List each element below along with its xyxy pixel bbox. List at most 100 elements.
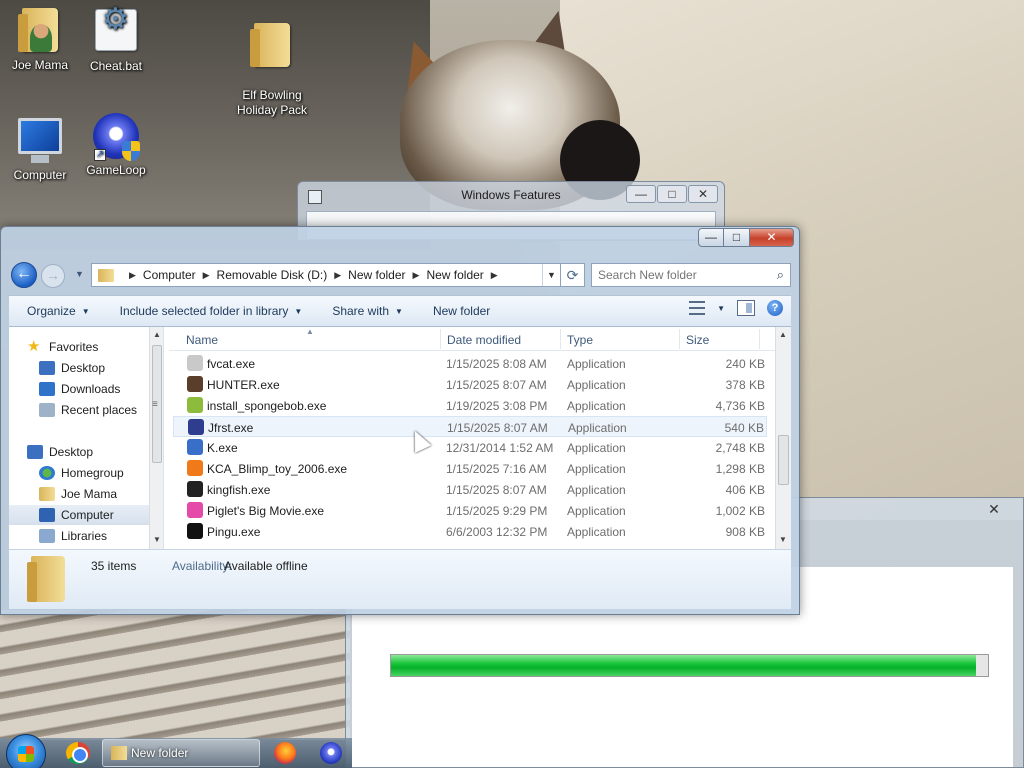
search-input[interactable] [598,265,768,285]
nav-desktop[interactable]: Desktop [27,442,163,462]
address-dropdown[interactable]: ▼ [542,264,560,286]
breadcrumb-separator[interactable]: ▶ [491,270,498,281]
forward-button[interactable]: → [41,264,65,288]
minimize-button[interactable]: — [698,228,724,247]
file-row[interactable]: K.exe 12/31/2014 1:52 AM Application 2,748 … [173,437,767,458]
breadcrumb-separator[interactable]: ▶ [413,270,420,281]
breadcrumb-separator[interactable]: ▶ [129,270,136,281]
file-row[interactable]: Jfrst.exe 1/15/2025 8:07 AM Application 540… [173,416,767,437]
breadcrumb-computer[interactable]: Computer [143,268,196,282]
search-icon[interactable]: ⌕ [777,267,784,283]
scroll-up-icon[interactable]: ▲ [153,330,161,339]
breadcrumb-separator[interactable]: ▶ [334,270,341,281]
desktop-icon-joe-mama[interactable]: Joe Mama [0,6,80,73]
explorer-window[interactable]: — □ ✕ ← → ▼ ▶ Computer ▶ Removable Disk … [0,226,800,615]
column-divider[interactable] [679,329,680,349]
column-type[interactable]: Type [567,333,593,347]
file-size: 4,736 KB [715,399,765,413]
availability-label: Availability: [172,559,232,573]
nav-pane-scrollbar[interactable]: ▲ ≡ ▼ [149,327,163,549]
column-size[interactable]: Size [686,333,709,347]
breadcrumb-separator[interactable]: ▶ [203,270,210,281]
shortcut-arrow-icon: ↗ [94,149,106,161]
column-divider[interactable] [560,329,561,349]
nav-label: Joe Mama [61,487,118,501]
minimize-button[interactable]: — [626,185,656,203]
start-button[interactable] [6,734,46,768]
nav-libraries[interactable]: Libraries [39,526,163,546]
gameloop-icon: ↗ [92,113,140,161]
scrollbar-thumb[interactable] [778,435,789,485]
chevron-down-icon: ▼ [294,306,303,316]
scroll-down-icon[interactable]: ▼ [153,535,161,544]
file-name: K.exe [207,441,238,455]
column-headers: ▲ Name Date modified Type Size [169,327,775,351]
address-bar[interactable]: ▶ Computer ▶ Removable Disk (D:) ▶ New f… [91,263,561,287]
taskbar-explorer-button[interactable]: New folder [102,739,260,767]
application-icon [188,419,204,435]
breadcrumb-new-folder[interactable]: New folder [348,268,405,282]
close-button[interactable]: ✕ [975,501,1013,519]
breadcrumb-removable-disk[interactable]: Removable Disk (D:) [217,268,328,282]
taskbar: New folder [0,734,352,768]
nav-homegroup[interactable]: Homegroup [39,463,163,483]
preview-pane-icon[interactable] [737,300,755,316]
desktop-icon-elf-bowling[interactable]: Elf Bowling Holiday Pack [232,6,312,133]
close-button[interactable]: ✕ [688,185,718,203]
column-name[interactable]: Name [186,333,218,347]
maximize-button[interactable]: □ [657,185,687,203]
file-date-modified: 1/15/2025 8:07 AM [447,421,548,435]
refresh-button[interactable]: ⟳ [561,263,585,287]
help-icon[interactable]: ? [767,300,783,316]
maximize-button[interactable]: □ [724,228,750,247]
gameloop-taskbar-icon[interactable] [320,742,342,764]
file-row[interactable]: HUNTER.exe 1/15/2025 8:07 AM Application 37… [173,374,767,395]
breadcrumb-new-folder-current[interactable]: New folder [426,268,483,282]
close-button[interactable]: ✕ [750,228,794,247]
back-button[interactable]: ← [11,262,37,288]
desktop-icon-gameloop[interactable]: ↗ GameLoop [76,112,156,178]
organize-button[interactable]: Organize ▼ [27,304,90,318]
change-view-icon[interactable] [689,301,706,315]
chrome-taskbar-icon[interactable] [66,742,90,764]
desktop-icon-cheat-bat[interactable]: Cheat.bat [76,6,156,74]
file-size: 240 KB [725,357,765,371]
nav-computer[interactable]: Computer [9,505,149,525]
application-icon [187,439,203,455]
column-divider[interactable] [759,329,760,349]
file-list-scrollbar[interactable]: ▲ ▼ [775,327,791,549]
desktop-icon-computer[interactable]: Computer [0,112,80,183]
file-row[interactable]: KCA_Blimp_toy_2006.exe 1/15/2025 7:16 AM A… [173,458,767,479]
file-date-modified: 1/15/2025 8:08 AM [446,357,547,371]
firefox-taskbar-icon[interactable] [274,742,296,764]
file-date-modified: 1/15/2025 8:07 AM [446,483,547,497]
file-type: Application [567,378,626,392]
scroll-down-icon[interactable]: ▼ [779,535,787,544]
nav-desktop-favorite[interactable]: Desktop [39,358,163,378]
file-date-modified: 6/6/2003 12:32 PM [446,525,548,539]
file-row[interactable]: Pingu.exe 6/6/2003 12:32 PM Application 908… [173,521,767,542]
recent-pages-dropdown[interactable]: ▼ [75,269,84,279]
file-row[interactable]: kingfish.exe 1/15/2025 8:07 AM Application… [173,479,767,500]
nav-recent-places[interactable]: Recent places [39,400,163,420]
chevron-down-icon: ▼ [81,306,90,316]
folder-icon [111,746,127,760]
nav-joe-mama[interactable]: Joe Mama [39,484,163,504]
explorer-content: ★ Favorites Desktop Downloads Recent pla… [9,327,791,549]
nav-favorites[interactable]: ★ Favorites [27,337,163,357]
desktop-icon [39,361,55,375]
file-row[interactable]: install_spongebob.exe 1/19/2025 3:08 PM Ap… [173,395,767,416]
chevron-down-icon[interactable]: ▼ [717,304,725,313]
new-folder-button[interactable]: New folder [433,304,490,318]
column-divider[interactable] [440,329,441,349]
file-row[interactable]: fvcat.exe 1/15/2025 8:08 AM Application 240… [173,353,767,374]
scroll-up-icon[interactable]: ▲ [779,330,787,339]
search-box[interactable]: ⌕ [591,263,791,287]
file-row[interactable]: Piglet's Big Movie.exe 1/15/2025 9:29 PM A… [173,500,767,521]
file-type: Application [568,421,627,435]
include-in-library-button[interactable]: Include selected folder in library ▼ [120,304,303,318]
share-with-button[interactable]: Share with ▼ [332,304,403,318]
column-date-modified[interactable]: Date modified [447,333,521,347]
wallpaper-carpet [0,610,350,740]
nav-downloads[interactable]: Downloads [39,379,163,399]
